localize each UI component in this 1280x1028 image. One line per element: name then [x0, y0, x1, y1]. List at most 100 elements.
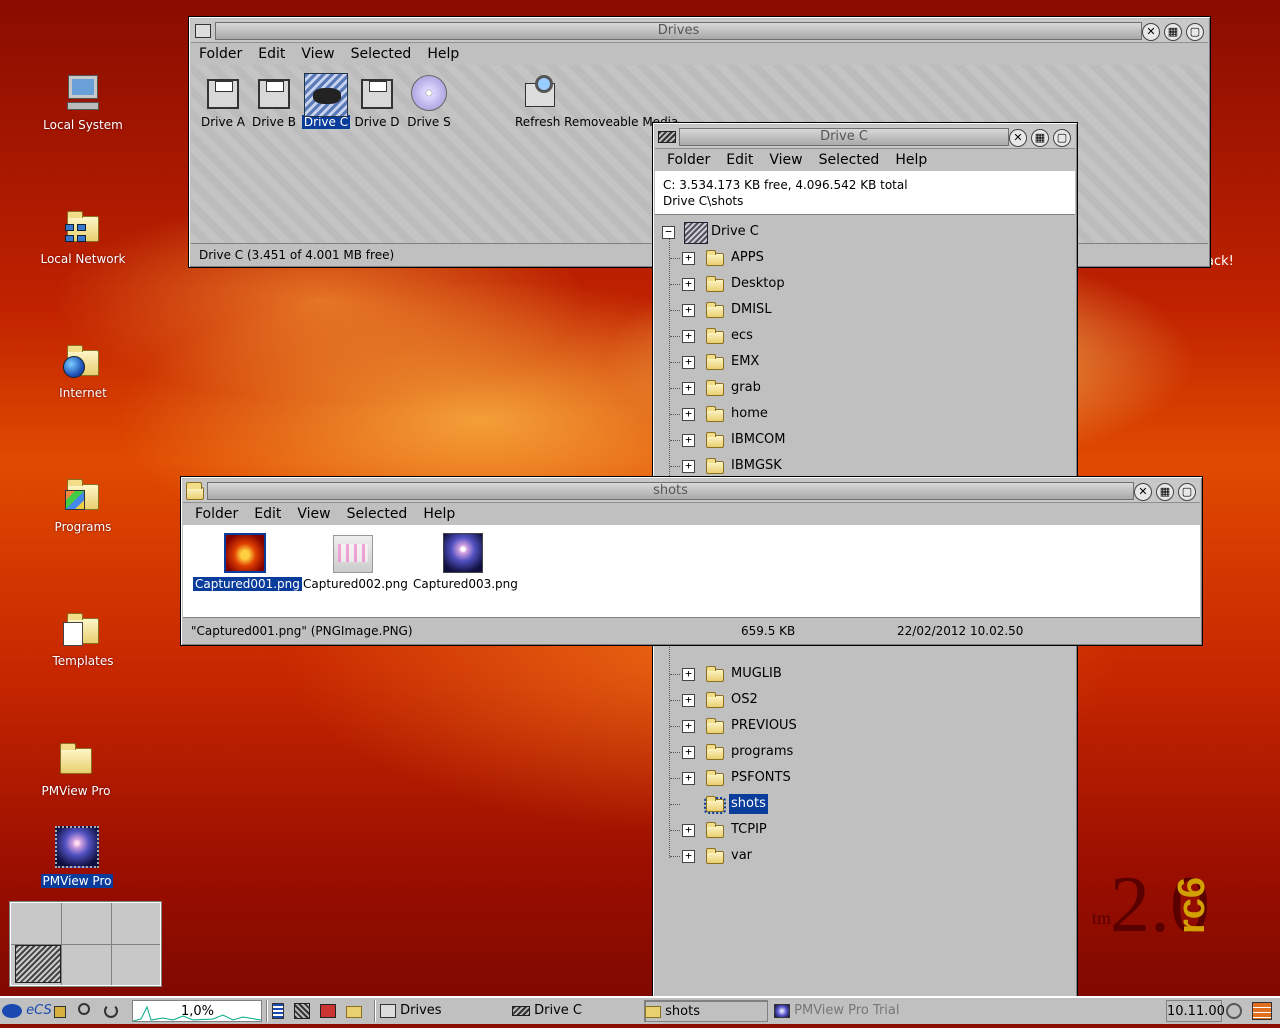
desktop-icon-label: PMView Pro	[41, 784, 111, 798]
menu-help[interactable]: Help	[887, 149, 935, 171]
tile-icon[interactable]: ▦	[1164, 23, 1182, 41]
image-thumbnail-icon	[224, 533, 266, 573]
desktop-icon-pmview-program[interactable]: PMView Pro	[22, 826, 132, 888]
desktop-icon-label: Local Network	[40, 252, 126, 266]
drive-label: Drive B	[251, 115, 297, 129]
menu-folder[interactable]: Folder	[191, 43, 250, 65]
drive-c-system-menu-icon[interactable]	[657, 127, 677, 147]
drive-label: Drive C	[301, 115, 351, 129]
settings-icon[interactable]	[294, 1000, 316, 1022]
pager-window-thumb	[15, 945, 61, 983]
file-label: Captured001.png	[193, 577, 302, 591]
drive-a[interactable]: Drive A	[197, 73, 249, 129]
hard-disk-icon	[512, 1006, 530, 1016]
drive-c-window-title: Drive C	[679, 128, 1009, 146]
drive-s[interactable]: Drive S	[403, 73, 455, 129]
close-icon[interactable]: ✕	[1009, 129, 1027, 147]
task-drive-c[interactable]: Drive C	[512, 1000, 638, 1022]
menu-folder[interactable]: Folder	[187, 503, 246, 525]
drives-titlebar[interactable]: Drives ✕ ▦ ▢	[191, 19, 1208, 43]
drives-system-menu-icon[interactable]	[193, 21, 213, 41]
menu-selected[interactable]: Selected	[343, 43, 420, 65]
file-label: Captured002.png	[303, 577, 408, 591]
window-list-icon[interactable]	[272, 1000, 290, 1022]
desktop-icon-label: PMView Pro	[40, 874, 114, 888]
drives-task-icon	[380, 1004, 396, 1018]
close-icon[interactable]: ✕	[1142, 23, 1160, 41]
drive-c-info-panel: C: 3.534.173 KB free, 4.096.542 KB total…	[655, 171, 1075, 215]
image-thumbnail-icon	[443, 533, 483, 573]
menu-view[interactable]: View	[289, 503, 338, 525]
tile-icon[interactable]: ▦	[1031, 129, 1049, 147]
desktop-icon-local-system[interactable]: Local System	[28, 74, 138, 132]
drive-b[interactable]: Drive B	[248, 73, 300, 129]
ecs-start-button[interactable]: eCS	[2, 1000, 52, 1022]
file-captured001[interactable]: Captured001.png	[193, 533, 302, 591]
menu-view[interactable]: View	[293, 43, 342, 65]
maximize-icon[interactable]: ▢	[1178, 483, 1196, 501]
desktop-icon-programs[interactable]: Programs	[28, 476, 138, 534]
menu-view[interactable]: View	[761, 149, 810, 171]
drive-c-titlebar[interactable]: Drive C ✕ ▦ ▢	[655, 125, 1075, 149]
ecs-logo-icon	[2, 1004, 22, 1018]
shots-system-menu-icon[interactable]	[185, 481, 205, 501]
maximize-icon[interactable]: ▢	[1186, 23, 1204, 41]
drive-d[interactable]: Drive D	[351, 73, 403, 129]
ecs-watermark: tm 2.0 rc6	[1080, 860, 1220, 970]
drives-menubar: Folder Edit View Selected Help	[191, 43, 1208, 65]
shots-window[interactable]: shots ✕ ▦ ▢ Folder Edit View Selected Help C…	[180, 476, 1203, 646]
taskbar: eCS 1,0% Drives Drive C shots PMView Pro…	[0, 996, 1280, 1024]
cpu-monitor: 1,0%	[132, 1000, 262, 1022]
task-label: Drive C	[534, 1003, 583, 1018]
task-label: Drives	[400, 1003, 442, 1018]
drive-label: Drive S	[407, 115, 451, 129]
menu-help[interactable]: Help	[419, 43, 467, 65]
desktop-icon-internet[interactable]: Internet	[28, 342, 138, 400]
shots-menubar: Folder Edit View Selected Help	[183, 503, 1200, 525]
task-shots[interactable]: shots	[644, 1000, 768, 1022]
lock-icon[interactable]	[54, 1000, 72, 1022]
desktop-icon-local-network[interactable]: Local Network	[28, 208, 138, 266]
file-captured002[interactable]: Captured002.png	[301, 533, 408, 591]
search-icon[interactable]	[78, 1000, 98, 1022]
clock[interactable]: 10.11.00	[1166, 1000, 1225, 1022]
menu-selected[interactable]: Selected	[811, 149, 888, 171]
refresh-removeable-media[interactable]: Refresh Removeable Media	[513, 73, 678, 129]
drive-label: Drive A	[200, 115, 245, 129]
tile-icon[interactable]: ▦	[1156, 483, 1174, 501]
close-icon[interactable]: ✕	[1134, 483, 1152, 501]
task-pmview[interactable]: PMView Pro Trial V	[774, 1000, 900, 1022]
menu-help[interactable]: Help	[415, 503, 463, 525]
virtual-desktop-pager[interactable]	[9, 901, 162, 987]
firewall-icon[interactable]	[1252, 1000, 1276, 1022]
status-file-name: "Captured001.png" (PNGImage.PNG)	[191, 624, 413, 638]
image-thumbnail-icon	[333, 535, 373, 573]
shots-titlebar[interactable]: shots ✕ ▦ ▢	[183, 479, 1200, 503]
drives-window-title: Drives	[215, 22, 1142, 40]
menu-edit[interactable]: Edit	[246, 503, 289, 525]
task-label: shots	[665, 1004, 700, 1019]
menu-edit[interactable]: Edit	[718, 149, 761, 171]
drive-c[interactable]: Drive C	[300, 73, 352, 129]
desktop-icon-templates[interactable]: Templates	[28, 610, 138, 668]
folder-icon[interactable]	[346, 1000, 368, 1022]
file-captured003[interactable]: Captured003.png	[411, 533, 518, 591]
shots-window-title: shots	[207, 482, 1134, 500]
menu-edit[interactable]: Edit	[250, 43, 293, 65]
desktop-icon-pmview-folder[interactable]: PMView Pro	[21, 740, 131, 798]
desktop-icon-label: Templates	[52, 654, 114, 668]
toolbox-icon[interactable]	[320, 1000, 342, 1022]
drive-c-menubar: Folder Edit View Selected Help	[655, 149, 1075, 171]
drive-c-current-path: Drive C\shots	[663, 194, 744, 208]
shots-content: Captured001.png Captured002.png Captured…	[183, 525, 1200, 617]
desktop-icon-label: Local System	[43, 118, 123, 132]
menu-folder[interactable]: Folder	[659, 149, 718, 171]
watermark-tm: tm	[1092, 908, 1112, 928]
maximize-icon[interactable]: ▢	[1053, 129, 1071, 147]
network-status-icon[interactable]	[1226, 1000, 1248, 1022]
menu-selected[interactable]: Selected	[339, 503, 416, 525]
power-icon[interactable]	[104, 1000, 124, 1022]
file-label: Captured003.png	[413, 577, 518, 591]
task-drives[interactable]: Drives	[380, 1000, 504, 1022]
status-file-size: 659.5 KB	[741, 624, 796, 638]
